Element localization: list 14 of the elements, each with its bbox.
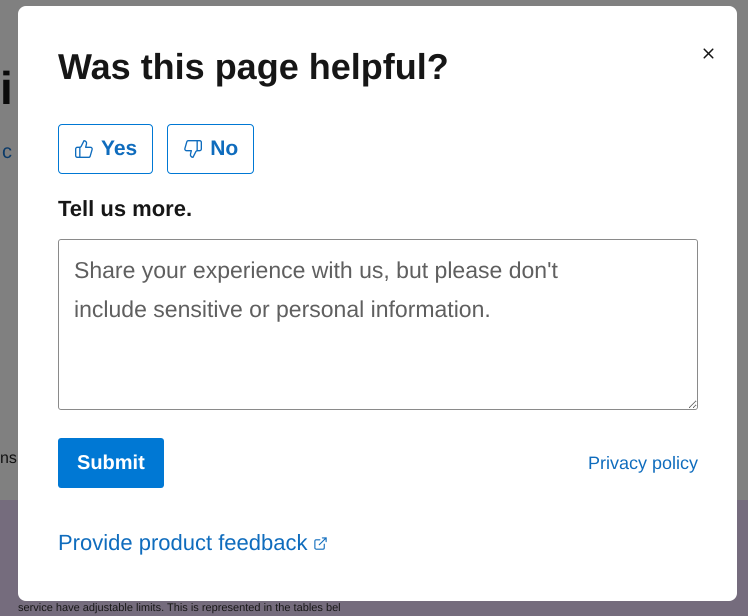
submit-button[interactable]: Submit <box>58 438 164 488</box>
thumbs-up-icon <box>74 139 94 159</box>
dialog-title: Was this page helpful? <box>58 46 449 88</box>
text-fragment: ns <box>0 449 17 469</box>
privacy-link[interactable]: Privacy policy <box>588 452 698 474</box>
yes-button[interactable]: Yes <box>58 124 154 174</box>
no-button[interactable]: No <box>167 124 254 174</box>
page-text: service have adjustable limits. This is represented in the tables bel <box>18 602 342 615</box>
thumbs-down-icon <box>183 139 204 159</box>
heading-fragment: i <box>0 62 13 114</box>
prompt-label: Tell us more. <box>58 196 192 222</box>
comment-field[interactable]: Share your experience with us, but please don't include sensitive or personal information. <box>58 239 698 410</box>
feedback-link[interactable]: Provide product feedback <box>58 530 328 556</box>
link-fragment[interactable]: c <box>2 140 12 164</box>
